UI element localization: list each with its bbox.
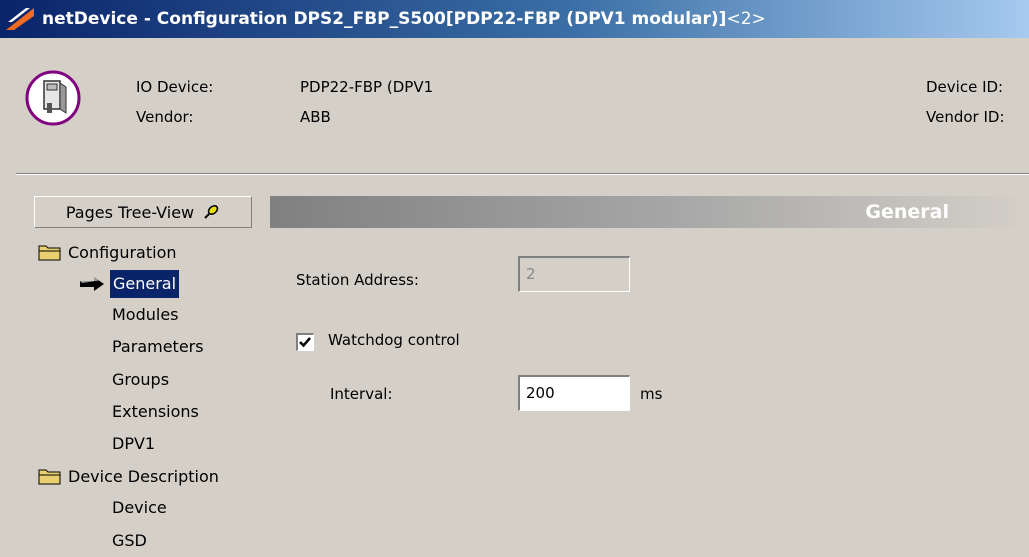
tree-item-groups[interactable]: Groups xyxy=(112,366,169,394)
window-title: netDevice - Configuration DPS2_FBP_S500[… xyxy=(42,9,727,29)
netdevice-icon xyxy=(6,8,34,30)
station-address-label: Station Address: xyxy=(296,271,419,289)
vendor-id-label: Vendor ID: xyxy=(926,108,1005,126)
tree-item-modules[interactable]: Modules xyxy=(112,301,179,329)
arrow-right-icon xyxy=(80,277,104,291)
tree-item-general[interactable]: General xyxy=(110,270,180,298)
io-device-value: PDP22-FBP (DPV1 xyxy=(300,78,434,96)
title-bar[interactable]: netDevice - Configuration DPS2_FBP_S500[… xyxy=(0,0,1029,38)
watchdog-checkbox[interactable] xyxy=(296,333,314,351)
tree-item-gsd[interactable]: GSD xyxy=(112,527,147,555)
interval-label: Interval: xyxy=(330,385,393,403)
folder-icon xyxy=(38,245,61,261)
page-title: General xyxy=(865,201,949,223)
checkmark-icon xyxy=(299,337,311,348)
device-module-icon xyxy=(25,70,81,126)
pages-tree-view-header[interactable]: Pages Tree-View xyxy=(34,196,252,228)
io-device-label: IO Device: xyxy=(136,78,214,96)
window-title-suffix: <2> xyxy=(726,9,766,29)
interval-input[interactable]: 200 xyxy=(518,375,630,411)
interval-unit: ms xyxy=(640,385,663,403)
tree-node-configuration[interactable]: Configuration xyxy=(38,238,177,266)
pin-icon[interactable] xyxy=(202,203,220,221)
tree-node-device-description[interactable]: Device Description xyxy=(38,462,219,490)
watchdog-label[interactable]: Watchdog control xyxy=(328,331,460,349)
tree-item-parameters[interactable]: Parameters xyxy=(112,333,204,361)
tree-node-device-description-label: Device Description xyxy=(68,466,219,486)
tree-item-extensions[interactable]: Extensions xyxy=(112,398,199,426)
header-divider-highlight xyxy=(16,174,1029,175)
vendor-value: ABB xyxy=(300,108,331,126)
tree-node-configuration-label: Configuration xyxy=(68,242,177,262)
folder-icon xyxy=(38,469,61,485)
tree-item-device[interactable]: Device xyxy=(112,494,167,522)
tree-item-dpv1[interactable]: DPV1 xyxy=(112,430,155,458)
station-address-input[interactable]: 2 xyxy=(518,256,630,292)
page-header: General xyxy=(270,196,1029,228)
vendor-label: Vendor: xyxy=(136,108,194,126)
tree-header-label: Pages Tree-View xyxy=(65,202,195,222)
device-id-label: Device ID: xyxy=(926,78,1004,96)
